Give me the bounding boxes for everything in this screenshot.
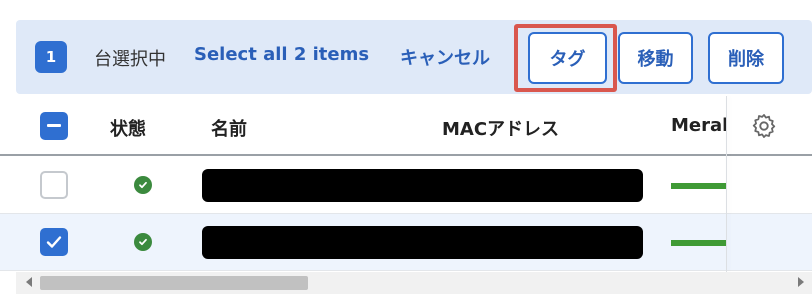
meraki-status-bar xyxy=(671,183,726,189)
check-circle-icon xyxy=(134,176,152,194)
table-row[interactable] xyxy=(0,157,812,214)
check-circle-icon xyxy=(134,233,152,251)
scrollbar-thumb[interactable] xyxy=(40,276,308,290)
selected-count-label: 台選択中 xyxy=(94,49,166,70)
column-header-meraki[interactable]: Meraki xyxy=(671,115,726,136)
redacted-name-mac xyxy=(202,226,643,259)
row-checkbox[interactable] xyxy=(40,228,68,256)
checkmark-icon xyxy=(46,236,62,248)
scroll-right-arrow-icon[interactable] xyxy=(798,277,804,287)
cancel-selection-link[interactable]: キャンセル xyxy=(400,44,490,70)
meraki-status-bar xyxy=(671,240,726,246)
gear-icon[interactable] xyxy=(750,112,778,140)
row-checkbox[interactable] xyxy=(40,171,68,199)
selected-count-badge: 1 xyxy=(35,41,67,73)
horizontal-scrollbar[interactable] xyxy=(16,272,812,294)
minus-icon xyxy=(47,124,61,127)
table-row[interactable] xyxy=(0,214,812,271)
select-all-link[interactable]: Select all 2 items xyxy=(194,44,369,65)
table-header: 状態 名前 MACアドレス Meraki xyxy=(0,96,812,156)
sticky-column-divider xyxy=(726,96,727,272)
selection-toolbar: 1 台選択中 Select all 2 items キャンセル タグ 移動 削除 xyxy=(16,20,812,94)
tag-button[interactable]: タグ xyxy=(528,32,607,84)
column-header-name[interactable]: 名前 xyxy=(211,115,247,141)
move-button[interactable]: 移動 xyxy=(618,32,693,84)
column-header-status[interactable]: 状態 xyxy=(110,115,146,141)
column-header-mac[interactable]: MACアドレス xyxy=(442,115,559,141)
delete-button[interactable]: 削除 xyxy=(708,32,784,84)
redacted-name-mac xyxy=(202,169,643,202)
scroll-left-arrow-icon[interactable] xyxy=(26,277,32,287)
select-all-checkbox[interactable] xyxy=(40,112,68,140)
